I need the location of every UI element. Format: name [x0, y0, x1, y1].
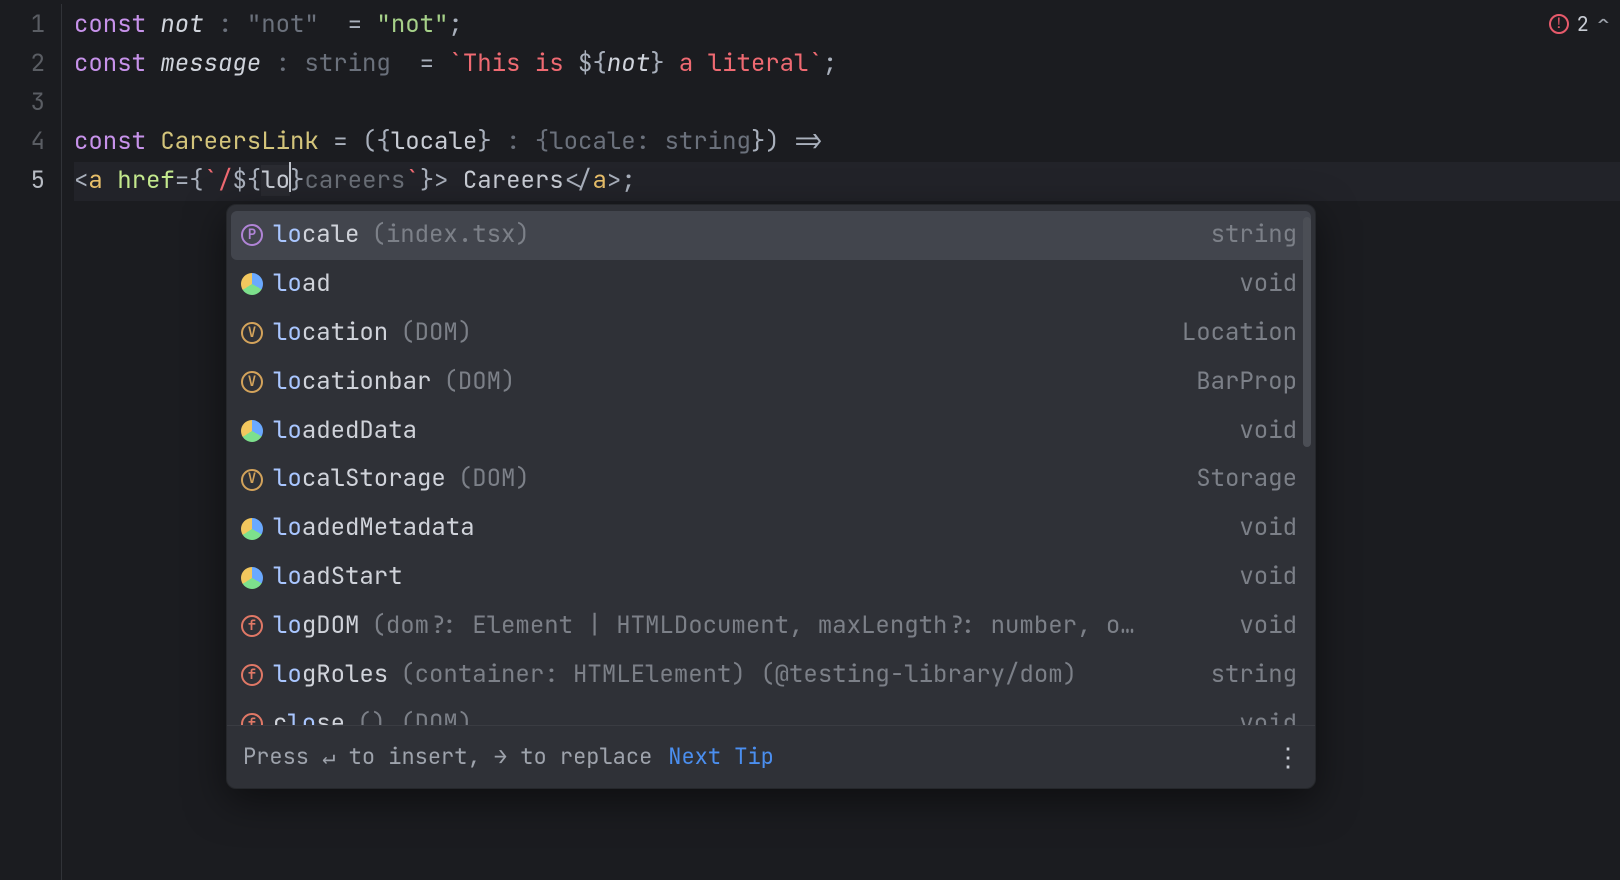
tab-key-icon: → — [494, 739, 507, 775]
completion-item-name: load — [273, 265, 331, 304]
completion-item[interactable]: Vlocation (DOM) Location — [231, 309, 1311, 358]
completion-item-detail: (container: HTMLElement) (@testing-libra… — [400, 656, 1077, 695]
completion-item[interactable]: load void — [231, 260, 1311, 309]
completion-hint-bar: Press ↵ to insert, → to replace Next Tip… — [227, 725, 1315, 788]
code-line[interactable]: const CareersLink = ({locale} : {locale:… — [74, 123, 1620, 162]
line-number-gutter: 12345 — [0, 4, 62, 880]
next-tip-link[interactable]: Next Tip — [668, 739, 774, 775]
completion-list[interactable]: Plocale (index.tsx) string load void Vlocatio… — [227, 205, 1315, 725]
completion-item-name: logRoles — [273, 656, 388, 695]
line-number: 4 — [0, 123, 45, 162]
completion-kind-v-icon: V — [241, 371, 263, 393]
collapse-icon[interactable]: ⌃ — [1597, 6, 1610, 42]
code-line[interactable]: <a href={`/${lo}careers`}> Careers</a>; — [74, 162, 1620, 201]
completion-item-type: BarProp — [1196, 363, 1297, 402]
completion-item-name: loadedData — [273, 412, 417, 451]
completion-kind-v-icon: V — [241, 322, 263, 344]
completion-item[interactable]: Vlocationbar (DOM) BarProp — [231, 358, 1311, 407]
completion-item[interactable]: fclose () (DOM) void — [231, 700, 1311, 725]
completion-item[interactable]: Plocale (index.tsx) string — [231, 211, 1311, 260]
completion-item[interactable]: flogDOM (dom?: Element | HTMLDocument, ma… — [231, 602, 1311, 651]
completion-item-type: string — [1211, 216, 1297, 255]
completion-item-name: localStorage — [273, 460, 446, 499]
error-count: 2 — [1577, 8, 1589, 40]
completion-item-type: void — [1239, 607, 1297, 646]
code-line[interactable]: const message : string = `This is ${not}… — [74, 45, 1620, 84]
completion-kind-c-icon — [241, 518, 263, 540]
completion-item-type: void — [1239, 558, 1297, 597]
code-line[interactable]: const not : "not" = "not"; — [74, 6, 1620, 45]
completion-item-name: locale — [273, 216, 359, 255]
completion-item-detail: (index.tsx) — [371, 216, 529, 255]
completion-item-detail: (dom?: Element | HTMLDocument, maxLength… — [371, 607, 1134, 646]
completion-popup[interactable]: Plocale (index.tsx) string load void Vlocatio… — [226, 204, 1316, 789]
completion-item-name: loadedMetadata — [273, 509, 475, 548]
completion-item[interactable]: VlocalStorage (DOM) Storage — [231, 455, 1311, 504]
completion-kind-c-icon — [241, 420, 263, 442]
hint-text: Press — [243, 742, 322, 771]
line-number: 5 — [0, 162, 45, 201]
completion-kind-f-icon: f — [241, 664, 263, 686]
completion-item-type: void — [1239, 265, 1297, 304]
completion-item-detail: (DOM) — [443, 363, 515, 402]
completion-item-type: string — [1211, 656, 1297, 695]
line-number: 2 — [0, 45, 45, 84]
scrollbar-thumb[interactable] — [1303, 217, 1311, 447]
completion-kind-v-icon: V — [241, 469, 263, 491]
completion-item[interactable]: loadStart void — [231, 553, 1311, 602]
code-editor[interactable]: 12345 const not : "not" = "not";const me… — [0, 0, 1620, 880]
completion-item-type: void — [1239, 705, 1297, 725]
completion-item-type: void — [1239, 509, 1297, 548]
completion-item-type: void — [1239, 412, 1297, 451]
completion-kind-c-icon — [241, 273, 263, 295]
completion-item[interactable]: loadedData void — [231, 407, 1311, 456]
completion-item-name: close — [273, 705, 345, 725]
completion-item-type: Location — [1182, 314, 1297, 353]
completion-item-name: loadStart — [273, 558, 403, 597]
completion-kind-f-icon: f — [241, 713, 263, 725]
completion-item[interactable]: f logRoles (container: HTMLElement) (@test… — [231, 651, 1311, 700]
completion-item[interactable]: loadedMetadata void — [231, 504, 1311, 553]
completion-item-detail: (DOM) — [458, 460, 530, 499]
code-line[interactable] — [74, 84, 1620, 123]
completion-item-name: location — [273, 314, 388, 353]
completion-kind-f-icon: f — [241, 615, 263, 637]
kebab-menu-icon[interactable]: ⋮ — [1275, 736, 1299, 778]
completion-item-name: locationbar — [273, 363, 431, 402]
completion-kind-p-icon: P — [241, 224, 263, 246]
completion-kind-c-icon — [241, 567, 263, 589]
inspection-strip[interactable]: ! 2 ⌃ — [1549, 6, 1610, 42]
line-number: 3 — [0, 84, 45, 123]
completion-item-detail: () (DOM) — [357, 705, 472, 725]
error-icon[interactable]: ! — [1549, 14, 1569, 34]
completion-item-name: logDOM — [273, 607, 359, 646]
line-number: 1 — [0, 6, 45, 45]
completion-item-detail: (DOM) — [400, 314, 472, 353]
enter-key-icon: ↵ — [322, 739, 335, 775]
completion-item-type: Storage — [1196, 460, 1297, 499]
